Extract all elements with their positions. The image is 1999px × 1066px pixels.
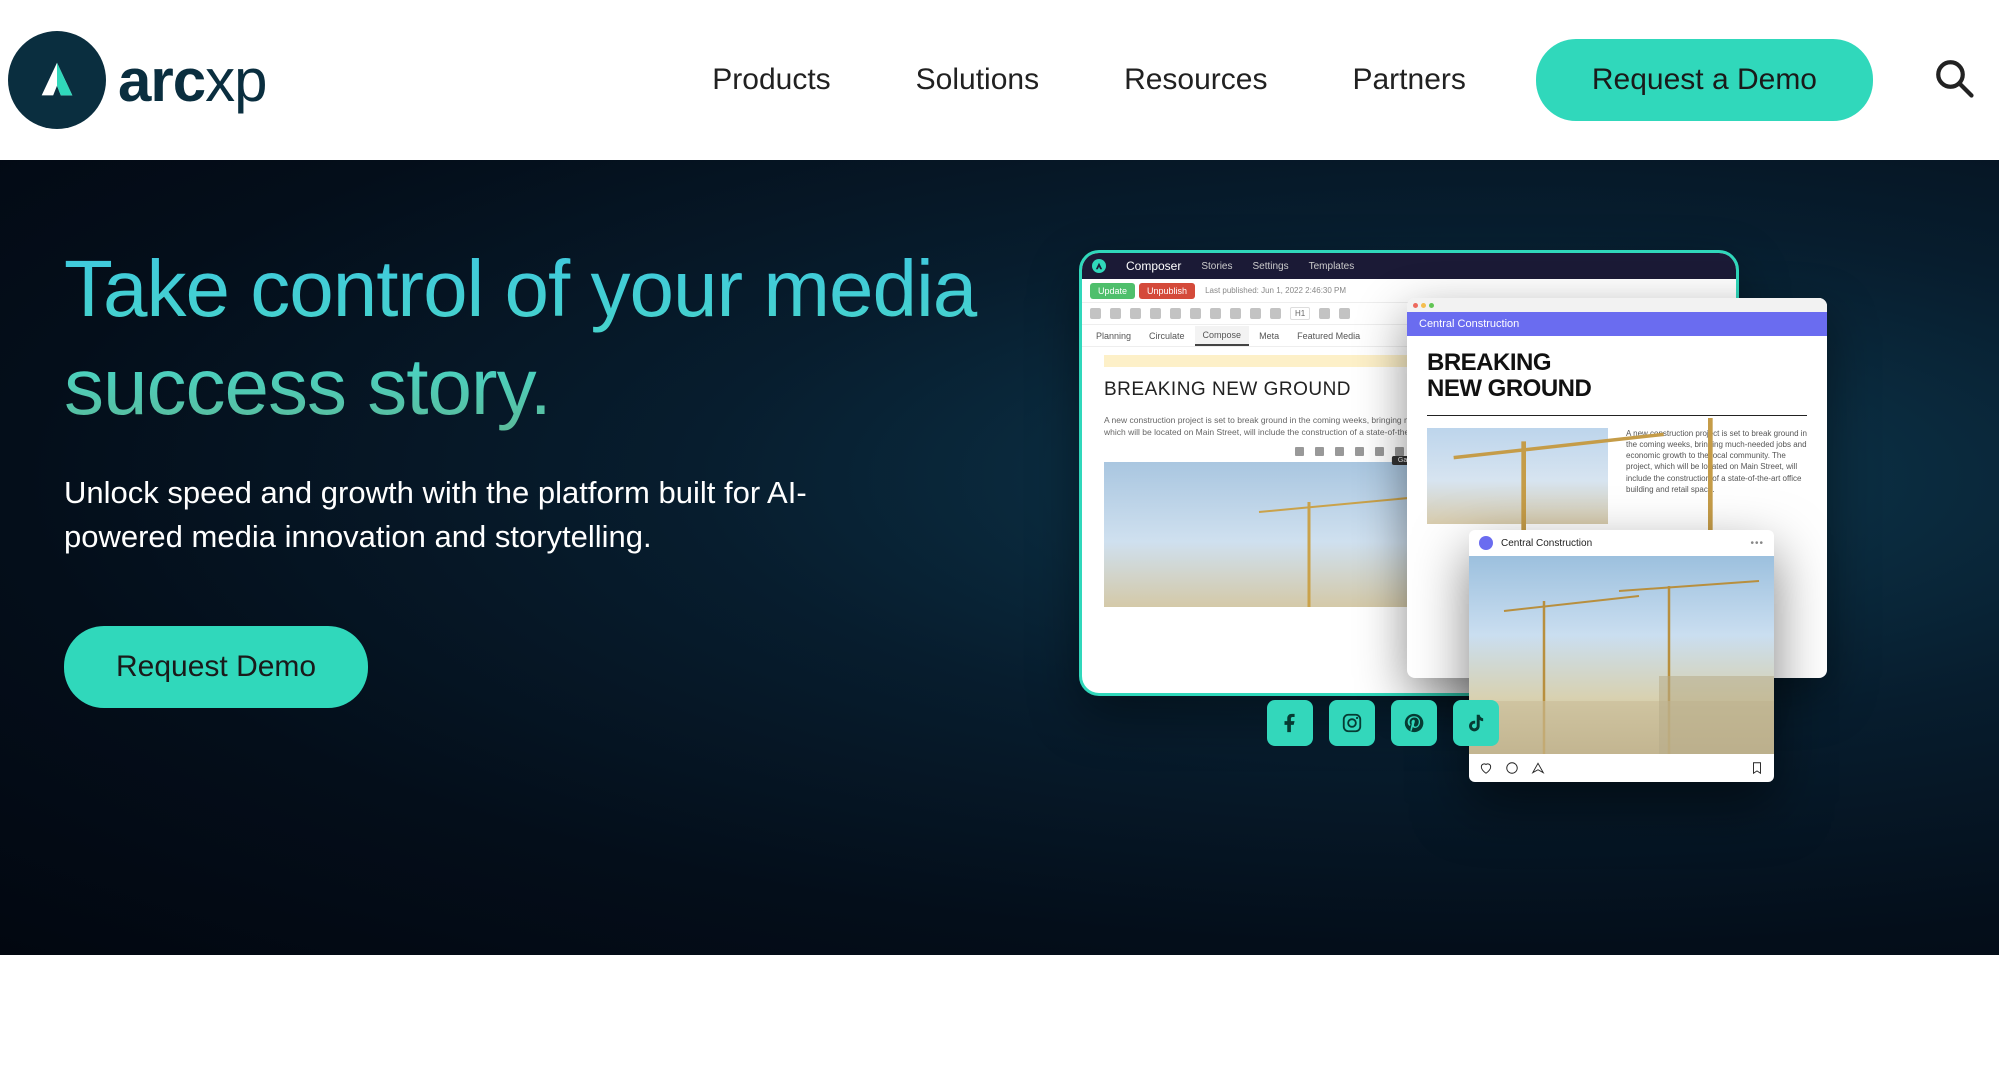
tiktok-icon <box>1465 712 1487 734</box>
tab-compose[interactable]: Compose <box>1195 326 1250 346</box>
more-options-icon[interactable]: ••• <box>1750 538 1764 549</box>
logo-mark-icon <box>8 31 106 129</box>
bold-icon[interactable] <box>1250 308 1261 319</box>
print-icon[interactable] <box>1150 308 1161 319</box>
share-facebook-button[interactable] <box>1267 700 1313 746</box>
social-post-header: Central Construction ••• <box>1469 530 1774 556</box>
composer-app-title: Composer <box>1126 259 1181 273</box>
composer-top-tab-templates[interactable]: Templates <box>1309 261 1355 272</box>
file-icon[interactable] <box>1395 447 1404 456</box>
update-button[interactable]: Update <box>1090 283 1135 299</box>
facebook-icon <box>1279 712 1301 734</box>
hero-heading: Take control of your media success story… <box>64 240 1024 435</box>
logo-text-bold: arc <box>118 47 205 114</box>
nav-partners[interactable]: Partners <box>1352 63 1465 97</box>
nav-solutions[interactable]: Solutions <box>916 63 1039 97</box>
nav-resources[interactable]: Resources <box>1124 63 1267 97</box>
avatar <box>1479 536 1493 550</box>
site-article-image <box>1427 428 1608 524</box>
share-tiktok-button[interactable] <box>1453 700 1499 746</box>
list-ul-icon[interactable] <box>1319 308 1330 319</box>
paste-icon[interactable] <box>1210 308 1221 319</box>
request-demo-hero-button[interactable]: Request Demo <box>64 626 368 708</box>
composer-logo-icon <box>1092 259 1106 273</box>
list-ol-icon[interactable] <box>1339 308 1350 319</box>
search-button[interactable] <box>1933 57 1975 104</box>
social-post-image <box>1469 556 1774 754</box>
hero-subheading: Unlock speed and growth with the platfor… <box>64 471 904 558</box>
social-share-row <box>1267 700 1499 746</box>
heart-icon[interactable] <box>1479 761 1493 775</box>
chevron-left-icon[interactable] <box>1090 308 1101 319</box>
composer-titlebar: Composer Stories Settings Templates <box>1082 253 1736 279</box>
primary-nav: Products Solutions Resources Partners <box>712 63 1466 97</box>
site-header: arcxp Products Solutions Resources Partn… <box>0 0 1999 160</box>
hero-section: Take control of your media success story… <box>0 160 1999 955</box>
logo-text-light: xp <box>205 47 266 114</box>
mic-icon[interactable] <box>1295 447 1304 456</box>
tab-featured-media[interactable]: Featured Media <box>1289 327 1368 345</box>
logo-text: arcxp <box>118 46 266 115</box>
link-icon[interactable] <box>1230 308 1241 319</box>
hero-copy: Take control of your media success story… <box>64 240 1024 955</box>
share-instagram-button[interactable] <box>1329 700 1375 746</box>
gallery-icon[interactable] <box>1335 447 1344 456</box>
search-icon <box>1933 57 1975 99</box>
share-icon[interactable] <box>1531 761 1545 775</box>
tab-circulate[interactable]: Circulate <box>1141 327 1193 345</box>
tab-planning[interactable]: Planning <box>1088 327 1139 345</box>
instagram-icon <box>1341 712 1363 734</box>
comment-icon[interactable] <box>1505 761 1519 775</box>
logo[interactable]: arcxp <box>8 31 266 129</box>
image-icon[interactable] <box>1315 447 1324 456</box>
chevron-right-icon[interactable] <box>1110 308 1121 319</box>
last-published-label: Last published: Jun 1, 2022 2:46:30 PM <box>1205 286 1346 295</box>
save-icon[interactable] <box>1130 308 1141 319</box>
cut-icon[interactable] <box>1190 308 1201 319</box>
composer-top-tab-settings[interactable]: Settings <box>1252 261 1288 272</box>
construction-photo-icon <box>1469 556 1774 754</box>
video-icon[interactable] <box>1375 447 1384 456</box>
italic-icon[interactable] <box>1270 308 1281 319</box>
nav-products[interactable]: Products <box>712 63 830 97</box>
bookmark-icon[interactable] <box>1750 761 1764 775</box>
share-pinterest-button[interactable] <box>1391 700 1437 746</box>
grid-icon[interactable] <box>1355 447 1364 456</box>
tab-meta[interactable]: Meta <box>1251 327 1287 345</box>
copy-icon[interactable] <box>1170 308 1181 319</box>
pinterest-icon <box>1403 712 1425 734</box>
unpublish-button[interactable]: Unpublish <box>1139 283 1195 299</box>
composer-top-tab-stories[interactable]: Stories <box>1201 261 1232 272</box>
social-post-card: Central Construction ••• <box>1469 530 1774 782</box>
heading-select[interactable]: H1 <box>1290 307 1310 320</box>
request-demo-header-button[interactable]: Request a Demo <box>1536 39 1873 121</box>
hero-product-mockups: Composer Stories Settings Templates Upda… <box>1079 250 1949 890</box>
social-post-actions <box>1469 754 1774 782</box>
social-author: Central Construction <box>1501 538 1592 549</box>
